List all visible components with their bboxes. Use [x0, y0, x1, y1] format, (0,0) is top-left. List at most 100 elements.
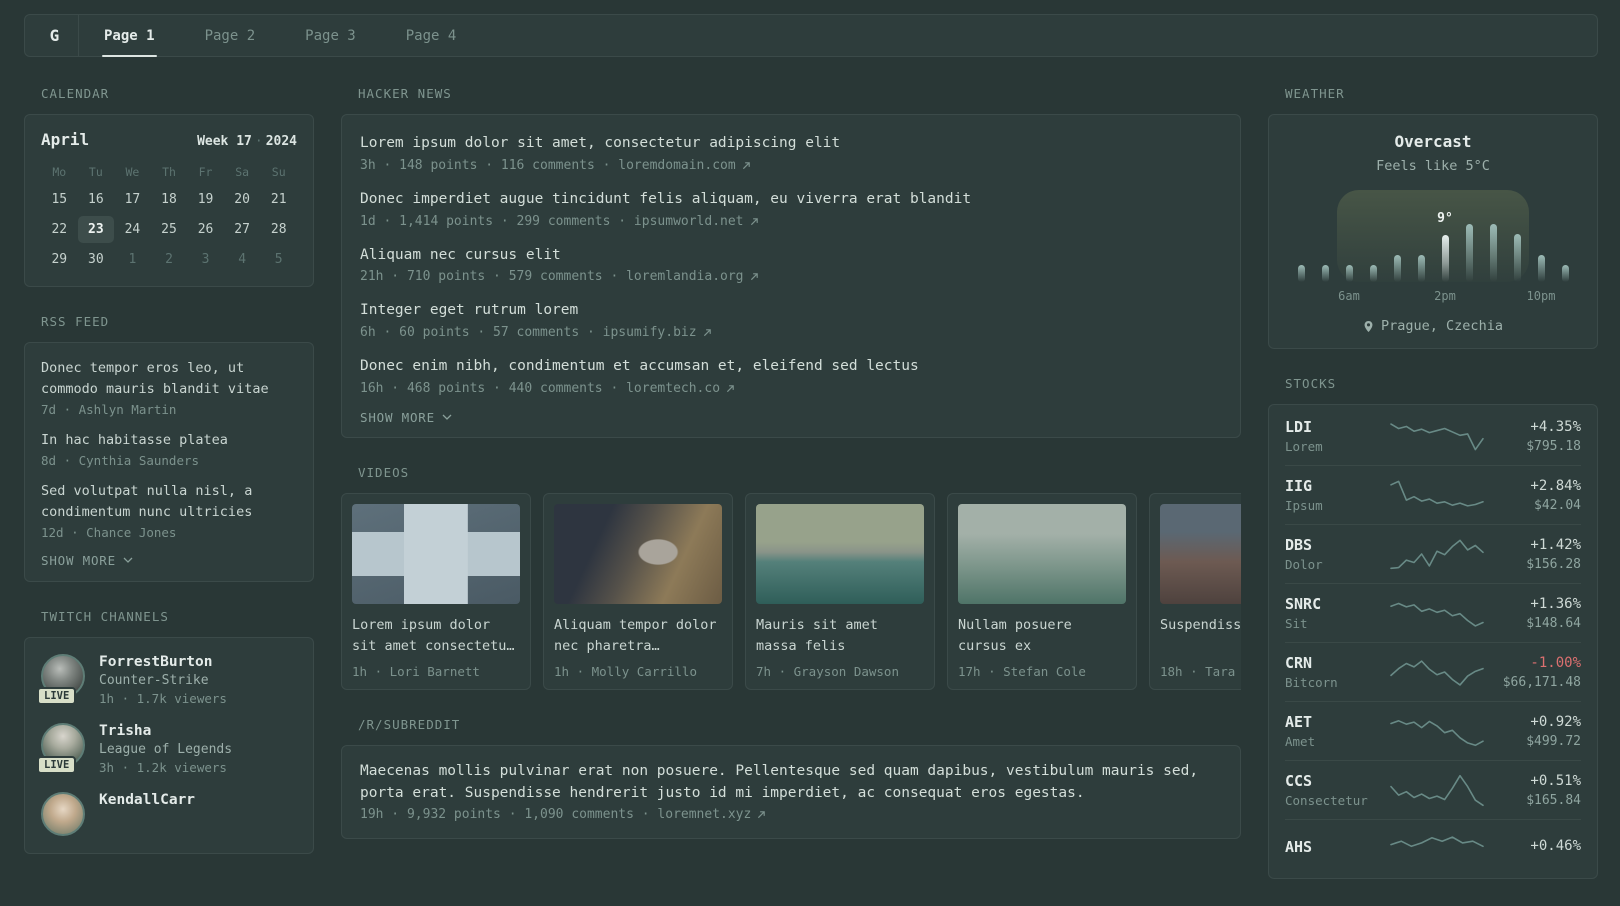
- video-thumbnail[interactable]: [352, 503, 520, 604]
- calendar-day: 19: [197, 192, 214, 207]
- weekday-label: Fr: [198, 165, 213, 179]
- twitch-channel[interactable]: KendallCarr: [41, 791, 297, 836]
- calendar-title-row: April Week 17 · 2024: [41, 130, 297, 149]
- calendar-day: 25: [161, 222, 177, 237]
- hn-story[interactable]: Aliquam nec cursus elit 21h · 710 points…: [360, 237, 1222, 293]
- columns-grid: CALENDAR April Week 17 · 2024 Mo Tu We Th …: [24, 86, 1598, 906]
- video-card[interactable]: Aliquam tempor dolor nec pharetra… 1h · …: [543, 492, 733, 690]
- calendar-day: 29: [51, 252, 68, 267]
- videos-section: VIDEOS Lorem ipsum dolor sit amet consec…: [341, 465, 1241, 690]
- weekday-label: Tu: [88, 165, 103, 179]
- video-thumbnail[interactable]: [554, 503, 722, 604]
- rss-item[interactable]: In hac habitasse platea 8d · Cynthia Sau…: [41, 430, 297, 468]
- hn-story-title[interactable]: Lorem ipsum dolor sit amet, consectetur …: [360, 133, 1222, 155]
- video-thumbnail[interactable]: [1160, 503, 1241, 604]
- rss-item[interactable]: Sed volutpat nulla nisl, a condimentum n…: [41, 481, 297, 540]
- weather-bar: [1369, 265, 1377, 282]
- hn-story[interactable]: Lorem ipsum dolor sit amet, consectetur …: [360, 125, 1222, 181]
- tab-page-3[interactable]: Page 3: [294, 15, 367, 56]
- reddit-post[interactable]: Maecenas mollis pulvinar erat non posuer…: [360, 761, 1222, 823]
- hn-story-title[interactable]: Aliquam nec cursus elit: [360, 245, 1222, 267]
- video-card[interactable]: Nullam posuere cursus ex 17h · Stefan Co…: [947, 492, 1137, 690]
- tab-page-2[interactable]: Page 2: [194, 15, 267, 56]
- channel-game: Counter-Strike: [99, 672, 209, 688]
- hn-story-meta[interactable]: 3h · 148 points · 116 comments · loremdo…: [360, 158, 1222, 173]
- hn-story-meta-text: 1d · 1,414 points · 299 comments · ipsum…: [360, 213, 744, 229]
- stocks-section: STOCKS LDI Lorem +4.35% $795.18 IIG Ipsum +…: [1268, 376, 1598, 879]
- show-more-label: SHOW MORE: [360, 409, 435, 425]
- calendar-day: 24: [124, 222, 141, 237]
- video-title[interactable]: Mauris sit amet massa felis: [756, 615, 924, 657]
- hn-story[interactable]: Donec enim nibh, condimentum et accumsan…: [360, 348, 1222, 404]
- rss-item[interactable]: Donec tempor eros leo, ut commodo mauris…: [41, 358, 297, 417]
- video-meta: 7h · Grayson Dawson: [756, 663, 899, 679]
- hn-story-title[interactable]: Donec enim nibh, condimentum et accumsan…: [360, 356, 1222, 378]
- hn-story-meta[interactable]: 6h · 60 points · 57 comments · ipsumify.…: [360, 325, 1222, 340]
- hn-story-meta[interactable]: 21h · 710 points · 579 comments · loreml…: [360, 269, 1222, 284]
- video-card[interactable]: Mauris sit amet massa felis 7h · Grayson…: [745, 492, 935, 690]
- channel-viewers: 3h · 1.2k viewers: [99, 759, 227, 775]
- current-temp-label: 9°: [1437, 211, 1453, 226]
- stock-change: +2.84%: [1530, 477, 1581, 494]
- avatar: LIVE: [37, 653, 85, 705]
- hn-story[interactable]: Donec imperdiet augue tincidunt felis al…: [360, 181, 1222, 237]
- hn-story-title[interactable]: Donec imperdiet augue tincidunt felis al…: [360, 189, 1222, 211]
- video-title[interactable]: Aliquam tempor dolor nec pharetra…: [554, 615, 722, 657]
- hn-story-meta[interactable]: 16h · 468 points · 440 comments · loremt…: [360, 381, 1222, 396]
- rss-item-title[interactable]: Donec tempor eros leo, ut commodo mauris…: [41, 358, 297, 400]
- stock-change: +0.51%: [1530, 772, 1581, 789]
- stock-row[interactable]: IIG Ipsum +2.84% $42.04: [1285, 465, 1581, 524]
- stock-sparkline: [1391, 419, 1483, 453]
- calendar-day-selected: 23: [77, 216, 115, 243]
- stock-row[interactable]: CCS Consectetur +0.51% $165.84: [1285, 760, 1581, 819]
- hn-story-title[interactable]: Integer eget rutrum lorem: [360, 300, 1222, 322]
- twitch-channel[interactable]: LIVE ForrestBurton Counter-Strike 1h · 1…: [37, 653, 297, 706]
- rss-item-title[interactable]: In hac habitasse platea: [41, 430, 297, 451]
- stock-row[interactable]: LDI Lorem +4.35% $795.18: [1285, 407, 1581, 465]
- video-card[interactable]: Suspendisse diam 18h · Tara: [1149, 492, 1241, 690]
- video-meta: 18h · Tara: [1160, 663, 1236, 679]
- app-logo[interactable]: G: [31, 15, 79, 56]
- video-card[interactable]: Lorem ipsum dolor sit amet consectetu… 1…: [341, 492, 531, 690]
- stock-sparkline: [1391, 831, 1483, 865]
- twitch-channel[interactable]: LIVE Trisha League of Legends 3h · 1.2k …: [37, 722, 297, 775]
- stock-row[interactable]: AHS +0.46%: [1285, 819, 1581, 876]
- calendar-day: 16: [88, 192, 104, 207]
- stock-row[interactable]: CRN Bitcorn -1.00% $66,171.48: [1285, 642, 1581, 701]
- weather-condition: Overcast: [1394, 132, 1472, 151]
- weather-widget: Overcast Feels like 5°C 9° 6am 2pm 10pm Pr…: [1268, 114, 1598, 349]
- stock-row[interactable]: DBS Dolor +1.42% $156.28: [1285, 524, 1581, 583]
- channel-game: League of Legends: [99, 741, 233, 757]
- rss-item-title[interactable]: Sed volutpat nulla nisl, a condimentum n…: [41, 481, 297, 523]
- calendar-grid: Mo Tu We Th Fr Sa Su 15 16 17 18 19 20 2…: [41, 161, 297, 273]
- video-thumbnail[interactable]: [756, 503, 924, 604]
- channel-info: ForrestBurton Counter-Strike 1h · 1.7k v…: [99, 654, 227, 706]
- tab-page-4[interactable]: Page 4: [395, 15, 468, 56]
- hn-story-meta[interactable]: 1d · 1,414 points · 299 comments · ipsum…: [360, 214, 1222, 229]
- channel-name[interactable]: Trisha: [99, 723, 232, 739]
- stock-name: Ipsum: [1285, 498, 1323, 513]
- live-badge: LIVE: [37, 686, 77, 705]
- time-label: 10pm: [1526, 289, 1556, 303]
- calendar-day: 30: [88, 252, 104, 267]
- hn-show-more-button[interactable]: SHOW MORE: [360, 410, 1222, 425]
- twitch-card: LIVE ForrestBurton Counter-Strike 1h · 1…: [24, 636, 314, 854]
- stock-row[interactable]: SNRC Sit +1.36% $148.64: [1285, 583, 1581, 642]
- tab-page-1[interactable]: Page 1: [93, 15, 166, 57]
- stock-change: +0.46%: [1530, 838, 1581, 854]
- channel-name[interactable]: KendallCarr: [99, 792, 195, 808]
- hn-story-meta-text: 3h · 148 points · 116 comments · loremdo…: [360, 157, 736, 173]
- channel-name[interactable]: ForrestBurton: [99, 654, 227, 670]
- reddit-post-meta[interactable]: 19h · 9,932 points · 1,090 comments · lo…: [360, 807, 1222, 822]
- video-title[interactable]: Lorem ipsum dolor sit amet consectetu…: [352, 615, 520, 657]
- channel-viewers: 1h · 1.7k viewers: [99, 690, 227, 706]
- video-thumbnail[interactable]: [958, 503, 1126, 604]
- reddit-post-title[interactable]: Maecenas mollis pulvinar erat non posuer…: [360, 761, 1222, 805]
- stock-change: +1.36%: [1530, 595, 1581, 612]
- video-title[interactable]: Nullam posuere cursus ex: [958, 615, 1126, 657]
- calendar-widget: April Week 17 · 2024 Mo Tu We Th Fr Sa Su …: [24, 114, 314, 287]
- video-title[interactable]: Suspendisse diam: [1160, 615, 1241, 657]
- hn-story[interactable]: Integer eget rutrum lorem 6h · 60 points…: [360, 292, 1222, 348]
- stock-row[interactable]: AET Amet +0.92% $499.72: [1285, 701, 1581, 760]
- rss-show-more-button[interactable]: SHOW MORE: [41, 553, 297, 568]
